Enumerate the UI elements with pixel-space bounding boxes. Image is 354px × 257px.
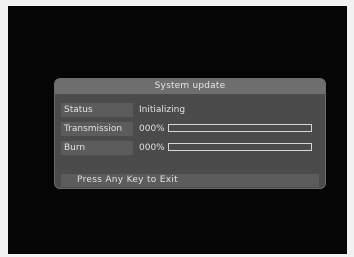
transmission-percent: 000%: [139, 124, 165, 134]
burn-row: Burn 000%: [61, 141, 321, 155]
burn-percent: 000%: [139, 143, 165, 153]
transmission-label: Transmission: [61, 122, 133, 136]
burn-label: Burn: [61, 141, 133, 155]
status-row: Status Initializing: [61, 103, 321, 117]
dialog-title: System update: [55, 79, 325, 94]
exit-hint: Press Any Key to Exit: [61, 174, 319, 187]
system-update-dialog: System update Status Initializing Transm…: [54, 78, 326, 189]
transmission-progress-bar: [168, 124, 312, 132]
transmission-row: Transmission 000%: [61, 122, 321, 136]
status-value: Initializing: [139, 105, 186, 115]
tv-screen: System update Status Initializing Transm…: [8, 6, 347, 254]
burn-progress-bar: [168, 143, 312, 151]
status-label: Status: [61, 103, 133, 117]
